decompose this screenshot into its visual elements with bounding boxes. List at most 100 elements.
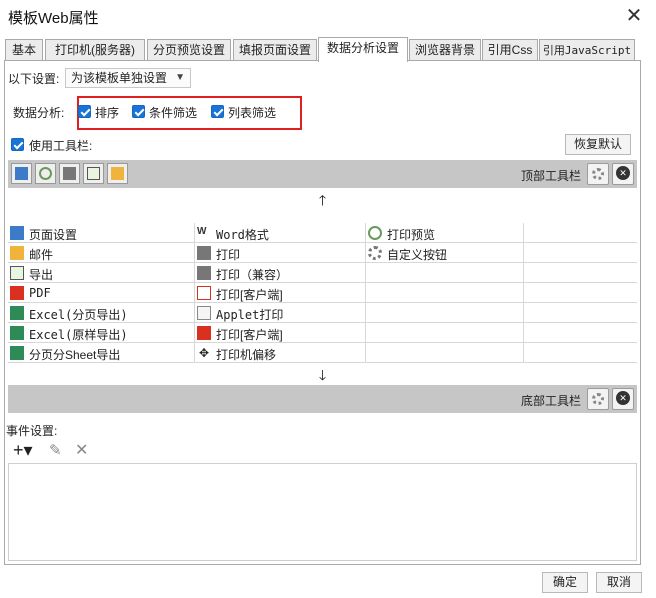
bottom-toolbar: 底部工具栏: [8, 385, 637, 413]
tab-browser-background[interactable]: 浏览器背景: [409, 39, 481, 61]
analysis-label: 数据分析:: [13, 106, 65, 120]
table-row: 页面设置 W Word格式 打印预览: [8, 223, 637, 243]
grid-cell-empty: [524, 323, 637, 343]
excel-icon: [10, 326, 24, 340]
gear-icon: [368, 246, 382, 260]
settings-select-value: 为该模板单独设置: [71, 71, 168, 85]
use-toolbar-label: 使用工具栏:: [29, 139, 93, 153]
condition-filter-checkbox[interactable]: [132, 105, 145, 118]
gear-icon[interactable]: [587, 163, 609, 185]
tab-fill-page[interactable]: 填报页面设置: [233, 39, 317, 61]
grid-item-pdf[interactable]: PDF: [8, 283, 195, 303]
top-toolbar: 顶部工具栏: [8, 160, 637, 188]
events-label: 事件设置:: [6, 424, 58, 438]
grid-item-print-preview[interactable]: 打印预览: [366, 223, 524, 243]
grid-cell-empty: [366, 263, 524, 283]
grid-item-print-client-2[interactable]: 打印[客户端]: [195, 323, 366, 343]
grid-item-email[interactable]: 邮件: [8, 243, 195, 263]
grid-item-printer-offset[interactable]: ✥ 打印机偏移: [195, 343, 366, 363]
tab-javascript[interactable]: 引用JavaScript: [539, 39, 635, 61]
table-row: 导出 打印（兼容）: [8, 263, 637, 283]
table-row: 邮件 打印 自定义按钮: [8, 243, 637, 263]
grid-item-page-setup[interactable]: 页面设置: [8, 223, 195, 243]
grid-item-print-client[interactable]: 打印[客户端]: [195, 283, 366, 303]
grid-item-print-compat[interactable]: 打印（兼容）: [195, 263, 366, 283]
gear-icon[interactable]: [587, 388, 609, 410]
pdf-print-icon: [197, 286, 211, 300]
excel-icon: [10, 346, 24, 360]
arrow-down-icon[interactable]: 🡓: [8, 365, 637, 385]
table-row: Excel(原样导出) 打印[客户端]: [8, 323, 637, 343]
grid-cell-empty: [524, 303, 637, 323]
grid-cell-empty: [366, 303, 524, 323]
close-icon[interactable]: ✕: [622, 4, 646, 28]
print-icon: [197, 246, 211, 260]
window-title: 模板Web属性: [8, 10, 99, 27]
print-preview-icon: [368, 226, 382, 240]
delete-icon[interactable]: ✕: [75, 440, 88, 460]
tab-basic[interactable]: 基本: [5, 39, 43, 61]
page-setup-icon[interactable]: [11, 163, 32, 184]
grid-item-applet-print[interactable]: Applet打印: [195, 303, 366, 323]
arrow-up-icon[interactable]: 🡑: [8, 190, 637, 210]
grid-item-sheet-export[interactable]: 分页分Sheet导出: [8, 343, 195, 363]
settings-label: 以下设置:: [8, 72, 60, 86]
tab-printer-server[interactable]: 打印机(服务器): [45, 39, 145, 61]
grid-item-print[interactable]: 打印: [195, 243, 366, 263]
condition-filter-label: 条件筛选: [149, 106, 198, 120]
sort-checkbox[interactable]: [78, 105, 91, 118]
bottom-toolbar-label: 底部工具栏: [520, 394, 581, 408]
tab-css[interactable]: 引用Css: [482, 39, 538, 61]
grid-cell-empty: [366, 283, 524, 303]
chevron-down-icon: ▼: [175, 72, 185, 83]
grid-item-excel-page[interactable]: Excel(分页导出): [8, 303, 195, 323]
pencil-icon[interactable]: ✎: [49, 441, 62, 459]
ok-button[interactable]: 确定: [542, 572, 588, 593]
page-setup-icon: [10, 226, 24, 240]
tab-data-analysis[interactable]: 数据分析设置: [318, 37, 408, 62]
grid-cell-empty: [366, 323, 524, 343]
grid-cell-empty: [524, 343, 637, 363]
sort-label: 排序: [95, 106, 120, 120]
export-icon[interactable]: [83, 163, 104, 184]
print-preview-icon[interactable]: [35, 163, 56, 184]
grid-item-export[interactable]: 导出: [8, 263, 195, 283]
table-row: 分页分Sheet导出 ✥ 打印机偏移: [8, 343, 637, 363]
tab-page-preview[interactable]: 分页预览设置: [147, 39, 231, 61]
toolbar-items-grid: 页面设置 W Word格式 打印预览 邮件 打印 自定义按钮 导出 打印（兼容） …: [8, 223, 637, 363]
top-toolbar-label: 顶部工具栏: [520, 169, 581, 183]
grid-cell-empty: [524, 283, 637, 303]
applet-icon: [197, 306, 211, 320]
grid-item-excel-original[interactable]: Excel(原样导出): [8, 323, 195, 343]
email-icon: [10, 246, 24, 260]
word-icon: W: [197, 226, 207, 237]
email-icon[interactable]: [107, 163, 128, 184]
export-icon: [10, 266, 24, 280]
events-list[interactable]: [8, 463, 637, 561]
grid-cell-empty: [524, 243, 637, 263]
print-icon: [197, 266, 211, 280]
move-icon: ✥: [198, 346, 210, 360]
grid-item-custom-button[interactable]: 自定义按钮: [366, 243, 524, 263]
pdf-icon: [197, 326, 211, 340]
list-filter-label: 列表筛选: [228, 106, 277, 120]
grid-item-word[interactable]: W Word格式: [195, 223, 366, 243]
settings-select[interactable]: 为该模板单独设置 ▼: [65, 68, 191, 88]
cancel-button[interactable]: 取消: [596, 572, 642, 593]
tab-bar: 基本 打印机(服务器) 分页预览设置 填报页面设置 数据分析设置 浏览器背景 引…: [4, 37, 652, 62]
grid-cell-empty: [524, 223, 637, 243]
excel-icon: [10, 306, 24, 320]
close-icon[interactable]: [612, 388, 634, 410]
pdf-icon: [10, 286, 24, 300]
plus-icon[interactable]: +▾: [13, 440, 33, 460]
list-filter-checkbox[interactable]: [211, 105, 224, 118]
tab-panel: 以下设置: 为该模板单独设置 ▼ 数据分析: 排序 条件筛选 列表筛选 使用工具…: [4, 60, 641, 565]
close-icon[interactable]: [612, 163, 634, 185]
table-row: Excel(分页导出) Applet打印: [8, 303, 637, 323]
print-icon[interactable]: [59, 163, 80, 184]
grid-cell-empty: [524, 263, 637, 283]
use-toolbar-checkbox[interactable]: [11, 138, 24, 151]
restore-default-button[interactable]: 恢复默认: [565, 134, 631, 155]
table-row: PDF 打印[客户端]: [8, 283, 637, 303]
title-bar: 模板Web属性 ✕: [0, 0, 656, 34]
